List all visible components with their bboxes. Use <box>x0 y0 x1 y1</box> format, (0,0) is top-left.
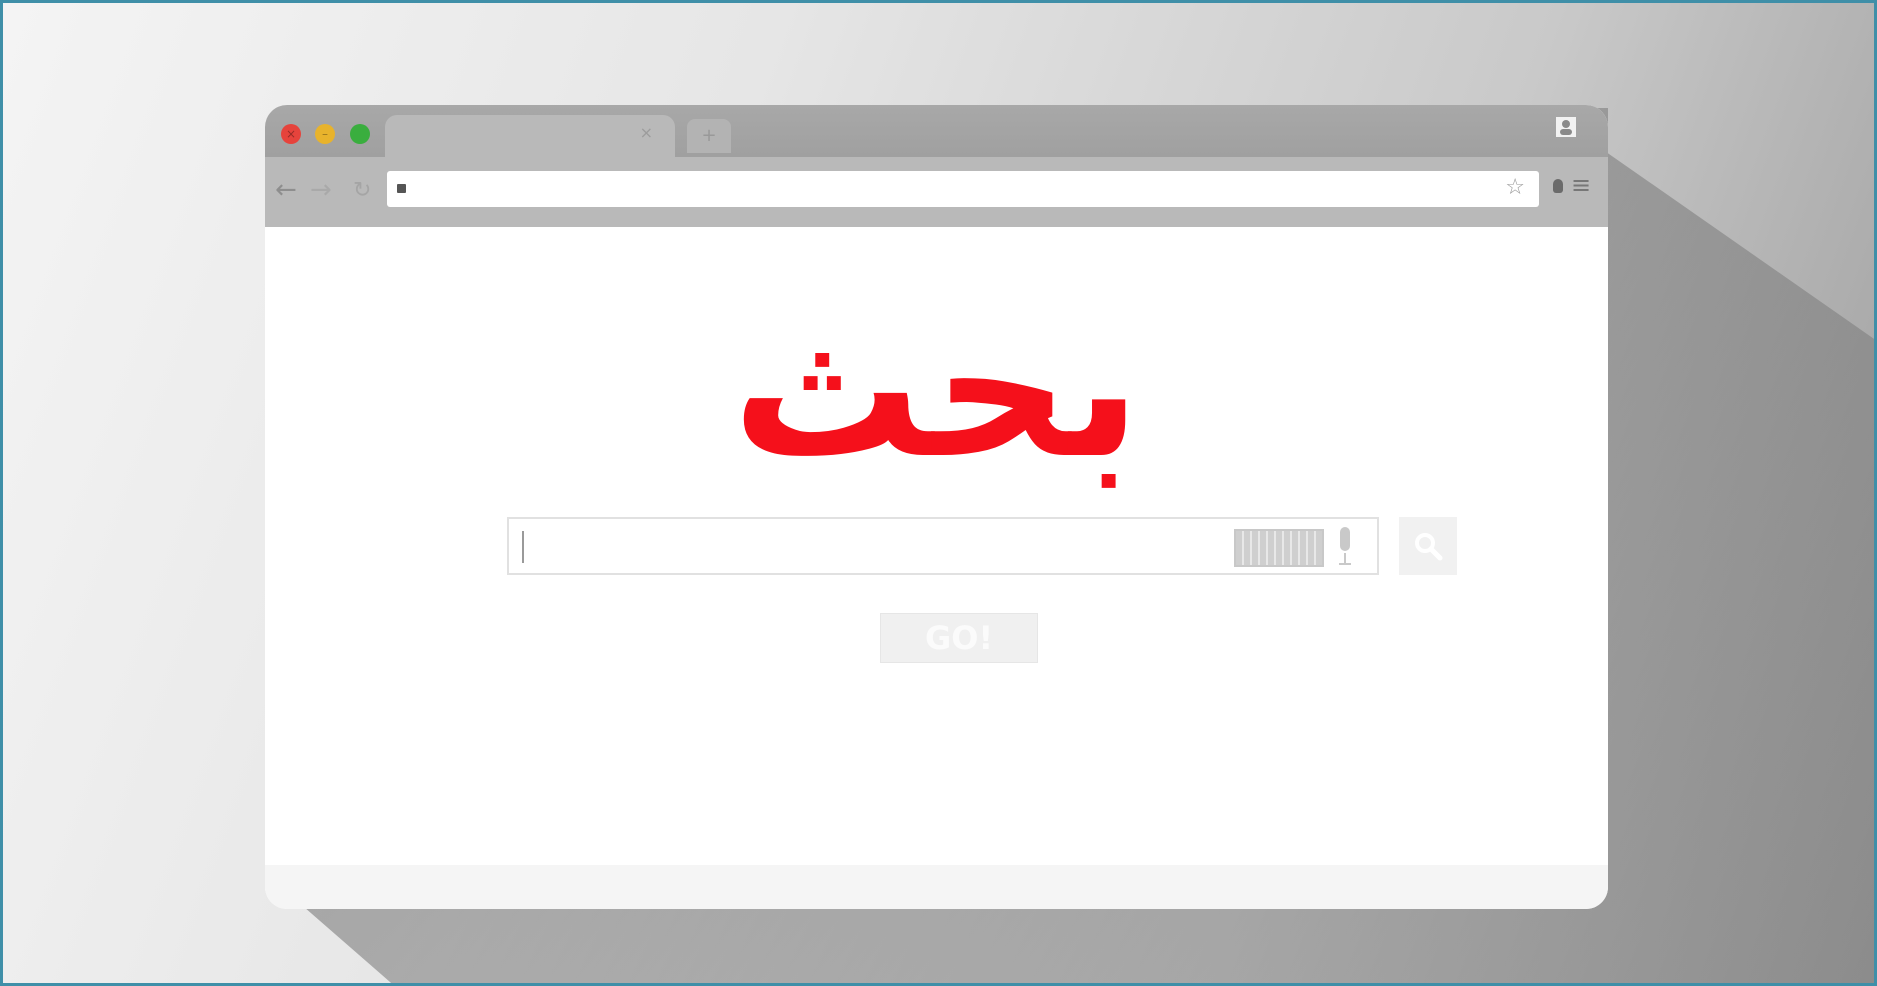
arrow-right-icon[interactable]: → <box>310 175 332 205</box>
person-icon[interactable] <box>1556 117 1576 137</box>
slide-frame: × – × + ← → ↻ ☆ ≡ بحث GO! <box>0 0 1877 986</box>
new-tab-button[interactable]: + <box>687 119 731 153</box>
arrow-left-icon[interactable]: ← <box>275 175 297 205</box>
browser-footer <box>265 865 1608 909</box>
lock-icon <box>397 184 406 193</box>
minimize-window-button[interactable]: – <box>315 124 335 144</box>
search-input[interactable] <box>507 517 1379 575</box>
active-tab[interactable]: × <box>385 115 675 157</box>
extension-icon[interactable] <box>1553 179 1563 193</box>
star-icon[interactable]: ☆ <box>1505 175 1525 200</box>
tab-close-icon[interactable]: × <box>640 123 653 142</box>
hamburger-menu-icon[interactable]: ≡ <box>1571 171 1591 199</box>
microphone-icon[interactable] <box>1337 527 1353 567</box>
browser-window: × – × + ← → ↻ ☆ ≡ بحث GO! <box>265 105 1608 909</box>
text-caret <box>522 531 524 563</box>
reload-icon[interactable]: ↻ <box>353 178 371 203</box>
go-button[interactable]: GO! <box>880 613 1038 663</box>
magnifier-icon <box>1415 533 1443 561</box>
close-window-button[interactable]: × <box>281 124 301 144</box>
tab-bar: × – × + <box>265 105 1608 157</box>
keyboard-icon[interactable] <box>1234 529 1324 567</box>
search-button[interactable] <box>1399 517 1457 575</box>
maximize-window-button[interactable] <box>350 124 370 144</box>
search-logo: بحث <box>731 279 1142 500</box>
toolbar: ← → ↻ ☆ ≡ <box>265 157 1608 227</box>
address-bar[interactable]: ☆ <box>387 171 1539 207</box>
